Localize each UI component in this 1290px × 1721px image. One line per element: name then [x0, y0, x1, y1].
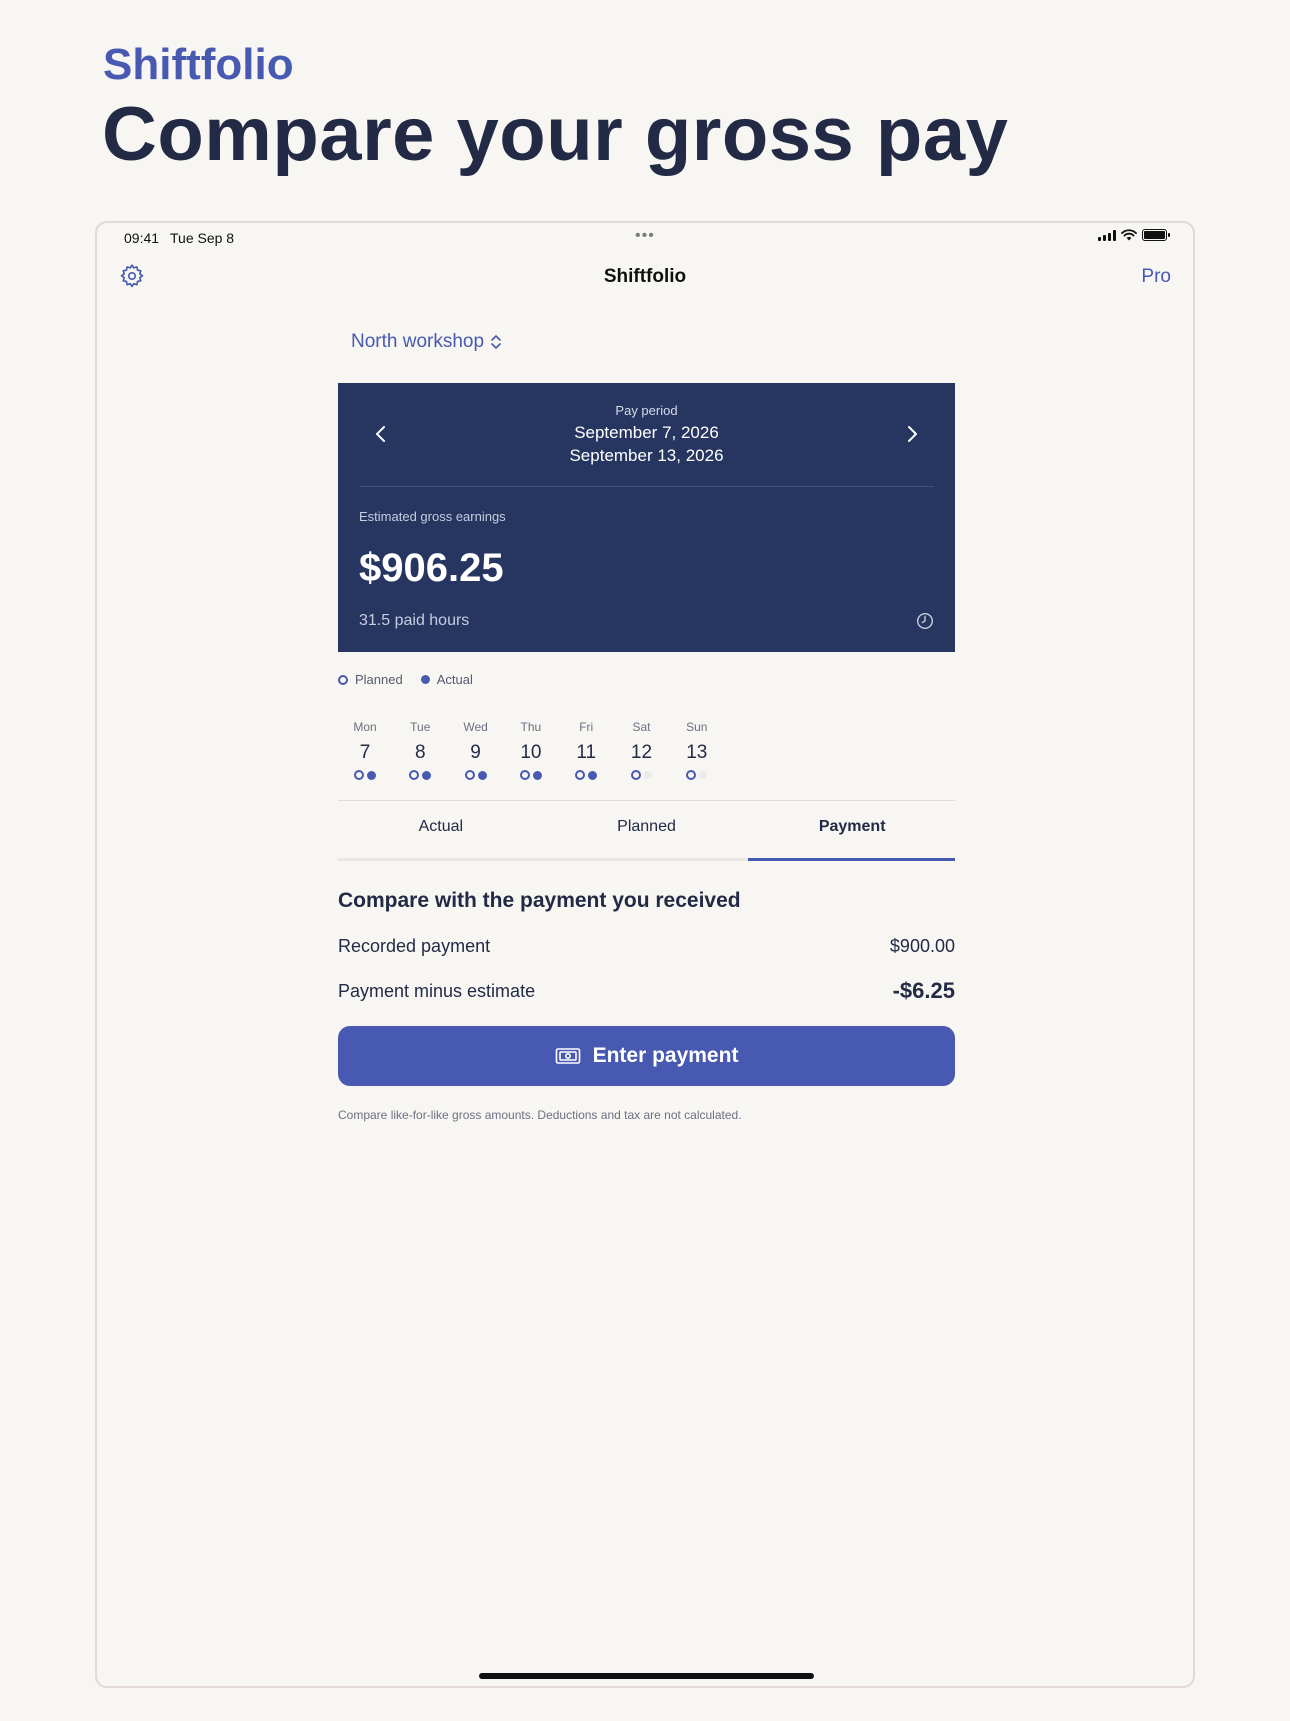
tab-actual[interactable]: Actual [338, 807, 544, 847]
day-status-dots [617, 770, 667, 780]
planned-dot-icon [519, 770, 530, 780]
location-picker[interactable]: North workshop [351, 331, 502, 353]
location-label: North workshop [351, 331, 485, 352]
day-name: Thu [520, 720, 542, 734]
battery-icon [1142, 229, 1170, 241]
status-indicators [1098, 229, 1170, 241]
chevron-updown-icon [491, 335, 501, 349]
pro-button[interactable]: Pro [1141, 266, 1171, 288]
day-name: Tue [410, 720, 431, 734]
tab-active-indicator [748, 858, 955, 861]
day-number: 12 [630, 742, 653, 763]
day-fri[interactable]: Fri 11 [561, 720, 611, 780]
page-headline: Compare your gross pay [102, 92, 1009, 177]
brand-title: Shiftfolio [103, 40, 294, 89]
recorded-payment-label: Recorded payment [338, 936, 491, 956]
day-thu[interactable]: Thu 10 [506, 720, 556, 780]
difference-value: -$6.25 [892, 978, 955, 1003]
day-name: Sat [632, 720, 651, 734]
day-status-dots [506, 770, 556, 780]
day-status-dots [340, 770, 390, 780]
wifi-icon [1121, 229, 1137, 241]
clock-icon[interactable] [916, 612, 934, 630]
gross-amount: $906.25 [359, 546, 504, 590]
planned-dot-icon [686, 770, 697, 780]
pay-period-card: Pay period September 7, 2026 September 1… [338, 383, 955, 652]
day-name: Mon [353, 720, 377, 734]
compare-title: Compare with the payment you received [338, 889, 741, 912]
day-status-dots [672, 770, 722, 780]
day-number: 8 [415, 742, 426, 763]
legend: Planned Actual [338, 672, 473, 687]
recorded-payment-value: $900.00 [889, 936, 955, 956]
tab-payment[interactable]: Payment [749, 807, 955, 847]
device-frame: 09:41 Tue Sep 8 ••• Shiftfolio Pro North… [95, 221, 1195, 1688]
day-status-dots [395, 770, 445, 780]
paid-hours: 31.5 paid hours [359, 612, 470, 629]
day-status-dots [451, 770, 501, 780]
actual-dot-icon [588, 770, 598, 780]
nav-title: Shiftfolio [603, 266, 687, 287]
pay-period-label: Pay period [615, 403, 678, 418]
multitasking-dots[interactable]: ••• [635, 227, 655, 245]
day-number: 11 [576, 742, 597, 763]
day-wed[interactable]: Wed 9 [451, 720, 501, 780]
planned-dot-icon [354, 770, 364, 780]
planned-dot-icon [631, 770, 641, 780]
home-indicator[interactable] [479, 1673, 814, 1679]
actual-dot-icon [477, 770, 487, 780]
tab-bar: Actual Planned Payment [338, 807, 955, 847]
day-name: Wed [463, 720, 488, 734]
day-number: 10 [520, 742, 542, 763]
tab-planned[interactable]: Planned [544, 807, 750, 847]
planned-dot-icon [409, 770, 420, 780]
enter-payment-button[interactable]: Enter payment [338, 1026, 955, 1086]
day-status-dots [561, 770, 611, 780]
planned-dot-icon [338, 674, 348, 685]
planned-dot-icon [464, 770, 475, 780]
enter-payment-label: Enter payment [592, 1044, 739, 1067]
signal-icon [1098, 229, 1116, 241]
pay-period-end: September 13, 2026 [569, 446, 724, 465]
actual-dot-icon [367, 770, 376, 780]
day-name: Sun [686, 720, 708, 734]
empty-dot-icon [644, 771, 652, 779]
day-sat[interactable]: Sat 12 [617, 720, 667, 780]
day-number: 9 [470, 742, 481, 763]
money-icon [555, 1048, 580, 1064]
week-strip: Mon 7 Tue 8 Wed 9 Thu 10 Fri 11 Sat 12 Sun 13 [338, 720, 955, 780]
actual-dot-icon [532, 770, 542, 780]
day-tue[interactable]: Tue 8 [395, 720, 445, 780]
difference-label: Payment minus estimate [338, 981, 536, 1001]
legend-actual: Actual [420, 672, 473, 687]
status-time: 09:41 [124, 230, 160, 246]
day-number: 7 [359, 742, 371, 763]
planned-dot-icon [575, 770, 586, 780]
legend-planned-label: Planned [355, 672, 403, 687]
estimate-label: Estimated gross earnings [359, 509, 506, 524]
actual-dot-icon [420, 675, 430, 684]
empty-dot-icon [699, 771, 708, 779]
card-divider [359, 486, 934, 487]
day-sun[interactable]: Sun 13 [672, 720, 722, 780]
status-date: Tue Sep 8 [170, 230, 235, 246]
day-number: 13 [686, 742, 708, 763]
legend-actual-label: Actual [436, 672, 473, 687]
disclaimer-note: Compare like-for-like gross amounts. Ded… [338, 1108, 742, 1122]
actual-dot-icon [422, 770, 432, 780]
week-divider [338, 800, 955, 801]
day-name: Fri [579, 720, 594, 734]
legend-planned: Planned [338, 672, 403, 687]
day-mon[interactable]: Mon 7 [340, 720, 390, 780]
pay-period-start: September 7, 2026 [574, 423, 719, 442]
